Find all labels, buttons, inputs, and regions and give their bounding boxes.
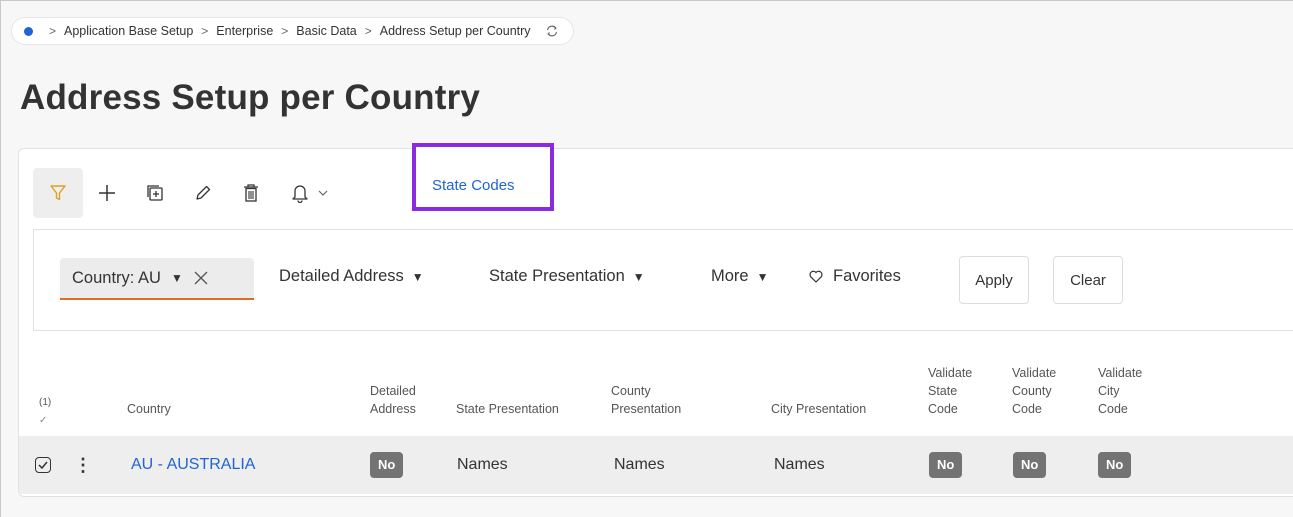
header-line: Validate [1098,366,1143,380]
page-title: Address Setup per Country [20,78,481,117]
delete-icon [244,184,258,202]
state-codes-highlight: State Codes [412,143,554,211]
heart-icon [809,270,823,283]
no-badge: No [370,452,404,478]
header-line: Detailed [370,384,416,398]
filter-label: More [711,267,749,285]
validate-county-cell: No [1013,436,1047,494]
state-presentation-filter[interactable]: State Presentation ▼ [489,267,645,286]
city-presentation-cell: Names [774,456,825,473]
header-line: Code [1098,402,1128,416]
header-line: County [1012,384,1052,398]
bell-icon [292,185,308,203]
chevron-right-icon: > [364,24,372,38]
filter-label: Favorites [833,267,901,285]
favorites-filter[interactable]: Favorites [809,267,901,286]
checkbox-checked-icon [35,457,51,473]
delete-button[interactable] [227,168,275,218]
apply-button[interactable]: Apply [959,256,1029,304]
add-icon [99,185,115,201]
edit-icon [196,185,211,200]
header-line: Validate [928,366,973,380]
col-city-presentation[interactable]: City Presentation [771,400,866,418]
col-validate-state-code[interactable]: Validate State Code [928,364,972,418]
row-select-checkbox[interactable] [35,436,51,494]
home-dot-icon[interactable] [24,26,33,36]
header-line: Code [1012,402,1042,416]
clear-button[interactable]: Clear [1053,256,1123,304]
filter-label: Detailed Address [279,267,404,285]
caret-down-icon: ▼ [411,269,424,284]
checkmark-icon: ✓ [39,415,48,426]
header-line: City [1098,384,1120,398]
frame-border [0,0,1293,1]
add-button[interactable] [83,168,131,218]
filter-panel: Country: AU ▼ Detailed Address ▼ State P… [33,229,1293,331]
validate-city-cell: No [1098,436,1132,494]
breadcrumb-item[interactable]: Application Base Setup [64,24,193,38]
country-filter-label: Country: AU [72,268,161,287]
row-menu-icon[interactable]: ⋮ [74,436,92,494]
caret-down-icon: ▼ [632,269,645,284]
breadcrumb-item[interactable]: Enterprise [216,24,273,38]
caret-down-icon: ▼ [756,269,769,284]
detailed-address-cell: No [370,436,404,494]
col-detailed-address[interactable]: Detailed Address [370,382,416,418]
notifications-dropdown[interactable] [275,168,345,218]
breadcrumb: > Application Base Setup > Enterprise > … [12,18,573,44]
state-presentation-cell: Names [457,456,508,473]
main-card: State Codes Country: AU ▼ Detailed Addre… [18,143,1293,497]
duplicate-icon [147,185,163,201]
state-codes-button[interactable]: State Codes [420,161,527,209]
filter-icon [50,185,66,201]
selected-count: (1) [39,397,52,408]
no-badge: No [1098,452,1132,478]
close-icon[interactable] [193,270,209,286]
county-presentation-cell: Names [614,456,665,473]
filter-label: State Presentation [489,267,625,285]
detailed-address-filter[interactable]: Detailed Address ▼ [279,267,424,286]
duplicate-button[interactable] [131,168,179,218]
app-frame: > Application Base Setup > Enterprise > … [0,0,1293,517]
chevron-down-icon [318,190,328,196]
col-validate-county-code[interactable]: Validate County Code [1012,364,1056,418]
selected-count-header: (1) ✓ [39,394,51,430]
header-line: Address [370,402,416,416]
table-header: (1) ✓ Country Detailed Address State Pre… [19,344,1293,436]
filter-button[interactable] [33,168,83,218]
country-filter-chip[interactable]: Country: AU ▼ [60,258,254,300]
col-county-presentation[interactable]: County Presentation [611,382,681,418]
col-state-presentation[interactable]: State Presentation [456,400,559,418]
no-badge: No [1013,452,1047,478]
no-badge: No [929,452,963,478]
table-row[interactable]: ⋮ AU - AUSTRALIA No Names Names Names No… [19,436,1293,494]
chevron-right-icon: > [49,24,57,38]
breadcrumb-item[interactable]: Basic Data [296,24,356,38]
validate-state-cell: No [929,436,963,494]
frame-border [0,0,1,517]
more-filter[interactable]: More ▼ [711,267,768,286]
edit-button[interactable] [179,168,227,218]
breadcrumb-item-current: Address Setup per Country [379,24,531,38]
header-line: State [928,384,958,398]
col-validate-city-code[interactable]: Validate City Code [1098,364,1142,418]
chevron-right-icon: > [201,24,209,38]
country-link[interactable]: AU - AUSTRALIA [131,436,255,494]
toolbar [33,168,345,218]
header-line: Validate [1012,366,1057,380]
header-line: Presentation [611,402,682,416]
header-line: Code [928,402,958,416]
chevron-right-icon: > [281,24,289,38]
refresh-icon[interactable] [545,24,559,38]
col-country[interactable]: Country [127,400,171,418]
caret-down-icon[interactable]: ▼ [171,271,183,285]
header-line: County [611,384,651,398]
